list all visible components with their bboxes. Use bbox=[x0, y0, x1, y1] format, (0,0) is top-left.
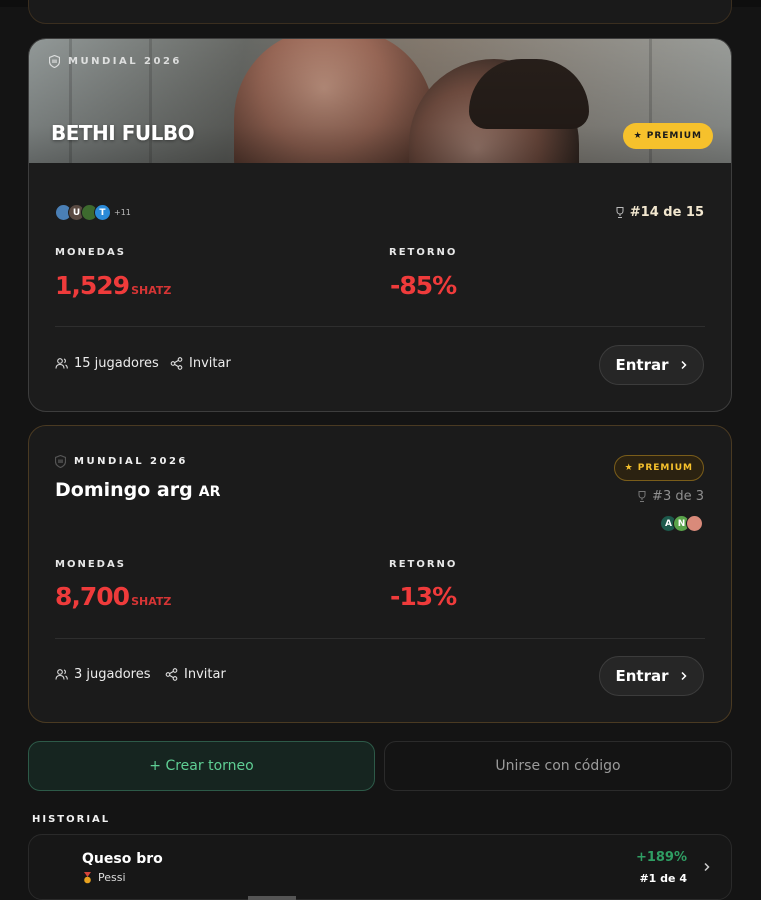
players-count: 3 jugadores bbox=[55, 667, 151, 682]
history-heading: HISTORIAL bbox=[32, 814, 111, 825]
return-value: -13% bbox=[390, 582, 457, 611]
enter-label: Entrar bbox=[615, 356, 669, 374]
rank-indicator: #14 de 15 bbox=[615, 205, 704, 220]
tournament-card[interactable]: MUNDIAL 2026 BETHI FULBO ★ PREMIUM U T +11… bbox=[28, 38, 732, 412]
previous-card[interactable] bbox=[28, 0, 732, 24]
history-item[interactable]: Queso bro Pessi +189% #1 de 4 bbox=[28, 834, 732, 900]
share-icon bbox=[170, 357, 183, 370]
rank-indicator: #3 de 3 bbox=[637, 489, 704, 504]
flag-label: AR bbox=[198, 484, 221, 500]
coins-value: 1,529 SHATZ bbox=[55, 271, 171, 300]
chevron-right-icon bbox=[680, 360, 687, 370]
avatar-group: AN bbox=[660, 515, 703, 532]
divider bbox=[55, 326, 705, 327]
invite-label: Invitar bbox=[184, 667, 226, 682]
coins-amount: 8,700 bbox=[55, 582, 130, 611]
players-label: 15 jugadores bbox=[74, 356, 159, 371]
winner-label: Pessi bbox=[98, 871, 126, 884]
create-tournament-button[interactable]: + Crear torneo bbox=[28, 741, 375, 791]
invite-link[interactable]: Invitar bbox=[165, 667, 226, 682]
enter-label: Entrar bbox=[615, 667, 669, 685]
coins-value: 8,700 SHATZ bbox=[55, 582, 171, 611]
rank-label: #3 de 3 bbox=[652, 489, 704, 504]
tournament-title: Domingo arg AR bbox=[55, 479, 220, 501]
trophy-icon bbox=[638, 491, 646, 502]
avatar-group: U T +11 bbox=[55, 204, 131, 221]
join-with-code-button[interactable]: Unirse con código bbox=[384, 741, 732, 791]
scroll-indicator[interactable] bbox=[248, 896, 296, 900]
tournament-tag: MUNDIAL 2026 bbox=[55, 455, 188, 468]
enter-button[interactable]: Entrar bbox=[599, 656, 704, 696]
tag-label: MUNDIAL 2026 bbox=[68, 56, 182, 67]
return-value: -85% bbox=[390, 271, 457, 300]
premium-badge: ★ PREMIUM bbox=[622, 123, 713, 149]
star-icon: ★ bbox=[624, 463, 634, 473]
players-count: 15 jugadores bbox=[55, 356, 159, 371]
coins-unit: SHATZ bbox=[131, 595, 172, 608]
coins-unit: SHATZ bbox=[131, 284, 172, 297]
tournament-title: BETHI FULBO bbox=[51, 121, 195, 145]
return-label: RETORNO bbox=[389, 559, 458, 570]
coins-label: MONEDAS bbox=[55, 247, 126, 258]
premium-label: PREMIUM bbox=[637, 463, 693, 473]
title-text: Domingo arg bbox=[55, 479, 193, 501]
tag-label: MUNDIAL 2026 bbox=[74, 456, 188, 467]
history-return: +189% bbox=[635, 850, 687, 865]
banner-image: MUNDIAL 2026 BETHI FULBO ★ PREMIUM bbox=[29, 39, 731, 163]
star-icon: ★ bbox=[633, 131, 643, 141]
invite-link[interactable]: Invitar bbox=[170, 356, 231, 371]
tournament-card[interactable]: MUNDIAL 2026 Domingo arg AR ★ PREMIUM #3… bbox=[28, 425, 732, 723]
history-winner: Pessi bbox=[82, 871, 126, 884]
avatar: T bbox=[94, 204, 111, 221]
shield-icon bbox=[49, 55, 60, 68]
coins-amount: 1,529 bbox=[55, 271, 130, 300]
rank-label: #14 de 15 bbox=[629, 205, 704, 220]
page: MUNDIAL 2026 BETHI FULBO ★ PREMIUM U T +11… bbox=[0, 0, 761, 900]
invite-label: Invitar bbox=[189, 356, 231, 371]
chevron-right-icon bbox=[704, 862, 710, 872]
divider bbox=[55, 638, 705, 639]
history-name: Queso bro bbox=[82, 851, 163, 867]
coins-label: MONEDAS bbox=[55, 559, 126, 570]
users-icon bbox=[55, 669, 68, 680]
avatar bbox=[686, 515, 703, 532]
premium-badge: ★ PREMIUM bbox=[613, 455, 704, 481]
more-count: +11 bbox=[114, 208, 131, 217]
premium-label: PREMIUM bbox=[646, 131, 702, 141]
enter-button[interactable]: Entrar bbox=[599, 345, 704, 385]
return-label: RETORNO bbox=[389, 247, 458, 258]
history-rank: #1 de 4 bbox=[639, 872, 687, 885]
share-icon bbox=[165, 668, 178, 681]
players-label: 3 jugadores bbox=[74, 667, 151, 682]
tournament-tag: MUNDIAL 2026 bbox=[49, 55, 182, 68]
users-icon bbox=[55, 358, 68, 369]
medal-icon bbox=[84, 871, 91, 883]
trophy-icon bbox=[616, 207, 624, 218]
chevron-right-icon bbox=[680, 671, 687, 681]
shield-icon bbox=[55, 455, 66, 468]
